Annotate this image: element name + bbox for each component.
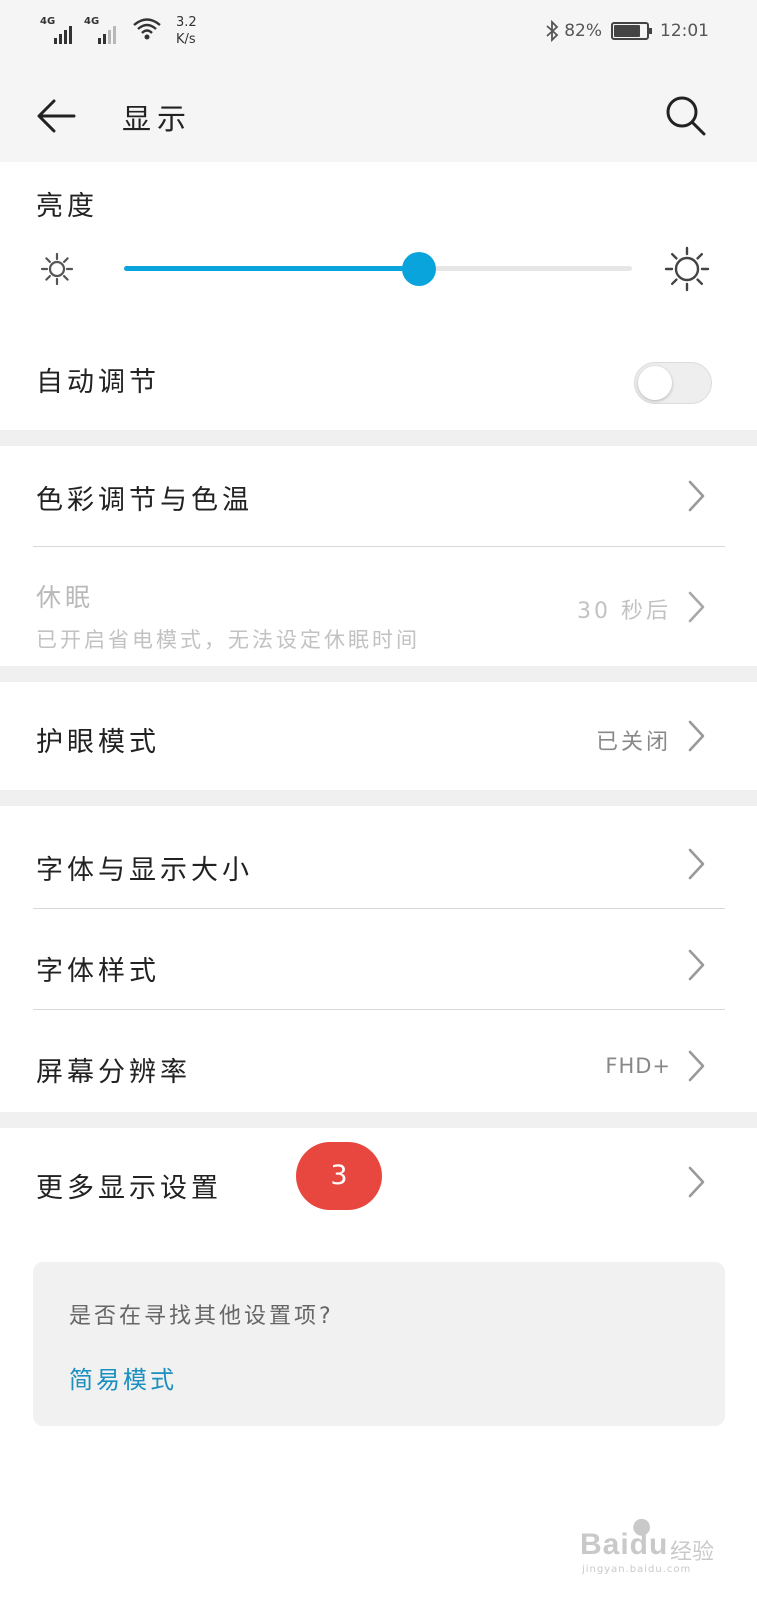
watermark-brand: Baidu: [580, 1528, 669, 1561]
chevron-right-icon: [688, 949, 705, 981]
wifi-icon: [133, 18, 161, 40]
font-resolution-section: 字体与显示大小 字体样式 屏幕分辨率 FHD+: [0, 806, 757, 1112]
brightness-high-icon: [664, 246, 710, 292]
speed-value: 3.2: [176, 15, 197, 30]
chevron-right-icon: [688, 591, 705, 623]
battery-percent: 82%: [564, 21, 602, 41]
watermark-url: jingyan.baidu.com: [582, 1564, 692, 1575]
network-type-2: 4G: [84, 16, 100, 27]
battery-fill: [614, 25, 641, 37]
battery-icon: [611, 22, 652, 40]
brightness-low-icon: [40, 252, 74, 286]
chevron-right-icon: [688, 1166, 705, 1198]
brightness-slider-fill: [124, 266, 419, 271]
chevron-right-icon: [688, 1050, 705, 1082]
section-gap: [0, 790, 757, 806]
bluetooth-icon: [546, 20, 559, 42]
row-font-style[interactable]: 字体样式: [0, 909, 757, 1009]
suggestion-card: 是否在寻找其他设置项? 简易模式: [33, 1262, 725, 1426]
signal-1: 4G: [40, 14, 78, 44]
simple-mode-link[interactable]: 简易模式: [69, 1360, 177, 1395]
step-badge: 3: [296, 1142, 382, 1210]
eye-comfort-value: 已关闭: [595, 730, 671, 755]
resolution-label: 屏幕分辨率: [36, 1057, 191, 1088]
color-temperature-label: 色彩调节与色温: [36, 485, 253, 516]
sleep-subtitle: 已开启省电模式，无法设定休眠时间: [36, 628, 420, 652]
section-gap: [0, 430, 757, 446]
sleep-value: 30 秒后: [577, 599, 671, 624]
clock: 12:01: [660, 21, 709, 41]
speed-unit: K/s: [176, 32, 196, 47]
brightness-slider[interactable]: [124, 266, 632, 271]
signal-bars-1-icon: [54, 26, 72, 44]
status-left: 4G 4G 3.2 K/s: [40, 14, 197, 48]
auto-adjust-toggle[interactable]: [634, 362, 712, 404]
network-type-1: 4G: [40, 16, 56, 27]
status-bar: 4G 4G 3.2 K/s 82% 12:01: [0, 0, 757, 70]
signal-2: 4G: [84, 14, 122, 44]
row-resolution[interactable]: 屏幕分辨率 FHD+: [0, 1010, 757, 1112]
status-right: 82% 12:01: [545, 20, 709, 42]
section-gap: [0, 666, 757, 682]
back-arrow-icon[interactable]: [34, 92, 82, 140]
page-title: 显示: [122, 102, 193, 136]
row-eye-comfort[interactable]: 护眼模式 已关闭: [0, 682, 757, 790]
eye-comfort-section: 护眼模式 已关闭: [0, 682, 757, 790]
resolution-value: FHD+: [605, 1054, 671, 1078]
chevron-right-icon: [688, 848, 705, 880]
baidu-paw-icon: ●: [632, 1514, 652, 1539]
watermark-brand-cn: 经验: [670, 1540, 715, 1565]
more-display-settings-label: 更多显示设置: [36, 1173, 222, 1204]
suggestion-question: 是否在寻找其他设置项?: [69, 1304, 334, 1329]
section-gap: [0, 1112, 757, 1128]
row-color-temperature[interactable]: 色彩调节与色温: [0, 446, 757, 546]
brightness-label: 亮度: [36, 191, 98, 222]
baidu-watermark: Baidu ● 经验 jingyan.baidu.com: [580, 1512, 730, 1578]
search-icon[interactable]: [660, 90, 710, 140]
auto-adjust-label: 自动调节: [36, 367, 160, 398]
row-font-size[interactable]: 字体与显示大小: [0, 806, 757, 908]
font-style-label: 字体样式: [36, 956, 160, 987]
chevron-right-icon: [688, 480, 705, 512]
eye-comfort-label: 护眼模式: [36, 727, 160, 758]
brightness-slider-thumb[interactable]: [401, 252, 436, 286]
chevron-right-icon: [688, 720, 705, 752]
app-bar: 显示: [0, 70, 757, 162]
font-size-label: 字体与显示大小: [36, 855, 253, 886]
sleep-label: 休眠: [36, 583, 95, 612]
network-speed: 3.2 K/s: [176, 14, 197, 48]
auto-adjust-toggle-knob: [638, 366, 672, 400]
signal-bars-2-icon: [98, 26, 116, 44]
